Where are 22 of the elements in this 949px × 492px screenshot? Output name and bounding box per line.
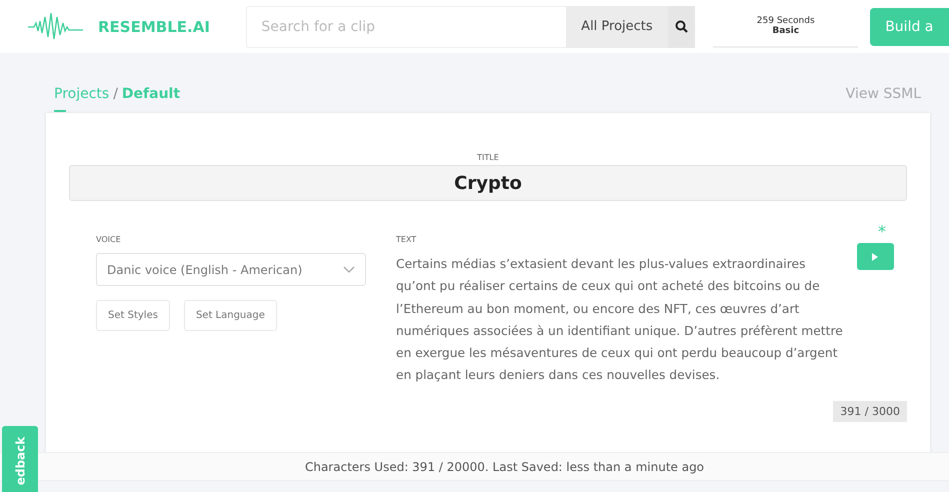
breadcrumb-current: Default — [122, 86, 180, 102]
breadcrumb-separator: / — [113, 86, 118, 102]
play-icon — [872, 252, 878, 260]
search-icon — [675, 20, 688, 33]
voice-option-button[interactable]: Set Language — [184, 300, 277, 331]
character-count: 391 / 3000 — [833, 400, 907, 422]
title-label: TITLE — [476, 153, 500, 162]
search-button[interactable] — [668, 6, 696, 48]
text-label: TEXT — [396, 235, 418, 244]
brand-name: RESEMBLE.AI — [98, 18, 210, 36]
status-text: Characters Used: 391 / 20000. Last Saved: less than a minute ago — [304, 460, 704, 474]
voice-option-button[interactable]: Set Styles — [96, 300, 170, 331]
title-field[interactable]: Crypto — [69, 165, 907, 201]
script-text[interactable]: Certains médias s’extasient devant les plus-values extraordinaires qu’ont pu réaliser certains de ceux qui ont acheté des bitcoins ou de l’Ethereum au bon moment, ou encore des NFT, ces œuvres d’art numériques associées à un identifiant unique. D’autres préfèrent mettre en exergue les mésaventures de ceux qui ont perdu beaucoup d’argent en plaçant leurs deniers dans ces nouvelles devises. — [396, 253, 844, 387]
unsaved-marker: * — [877, 223, 886, 241]
search-field[interactable]: Search for a clip — [246, 6, 566, 48]
voice-label: VOICE — [96, 235, 122, 244]
chevron-down-icon — [343, 266, 355, 273]
voice-dropdown[interactable]: Danic voice (English - American) — [96, 253, 366, 286]
seconds-remaining: 259 Seconds — [756, 16, 815, 26]
plan-name: Basic — [772, 26, 800, 36]
project-scope-dropdown[interactable]: All Projects — [566, 6, 668, 48]
